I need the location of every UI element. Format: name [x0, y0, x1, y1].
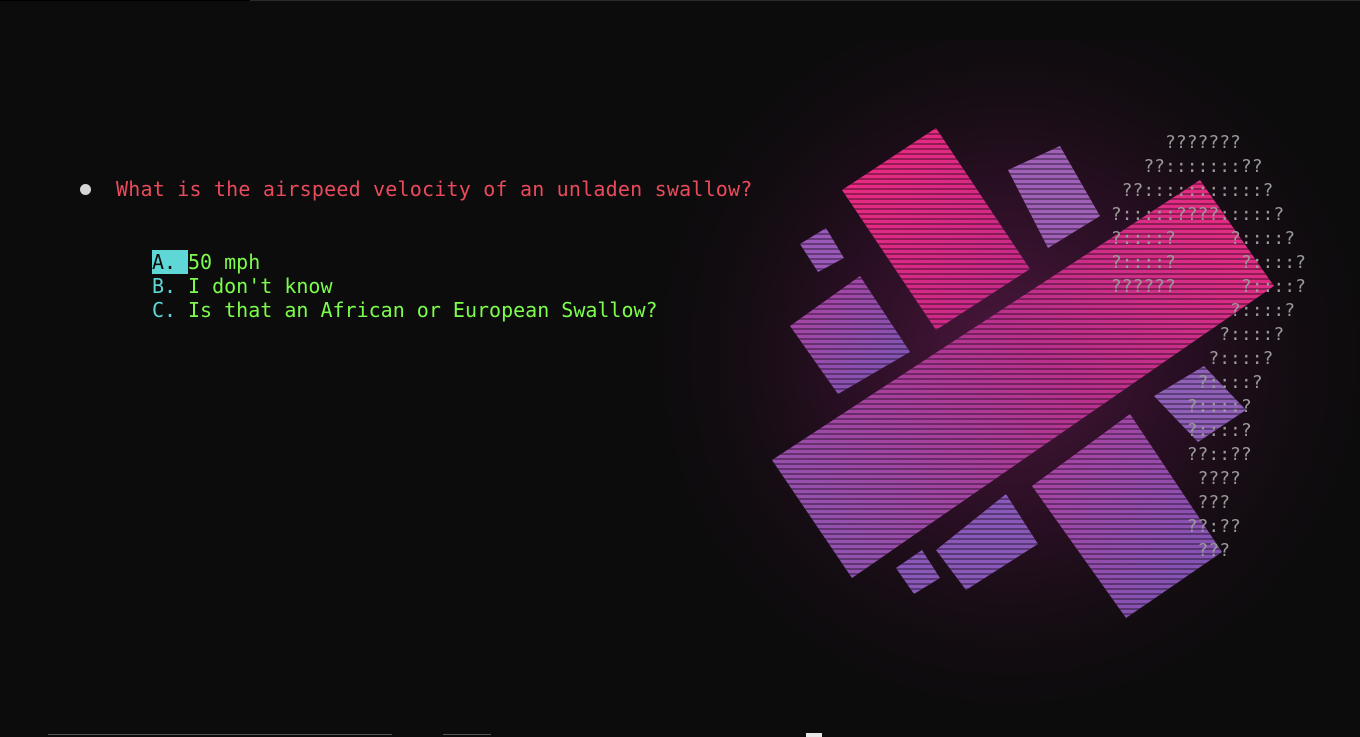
ascii-line: ???????: [1100, 132, 1241, 153]
ascii-question-mark: ??????? ??:::::::?? ??:::::::::::? ?::::…: [1100, 131, 1306, 563]
scrollbar-segment[interactable]: [443, 734, 491, 735]
ascii-line: ?::::?: [1100, 396, 1252, 417]
answer-option-b[interactable]: B. I don't know: [152, 274, 658, 298]
ascii-line: ?::::?: [1100, 372, 1263, 393]
ascii-line: ?::::?: [1100, 420, 1252, 441]
answer-text-b: I don't know: [188, 274, 333, 298]
answer-option-a[interactable]: A. 50 mph: [152, 250, 658, 274]
ascii-line: ?::::? ?::::?: [1100, 252, 1306, 273]
answer-key-b: B.: [152, 274, 177, 298]
question-text: What is the airspeed velocity of an unla…: [116, 177, 753, 201]
answer-text-c: Is that an African or European Swallow?: [188, 298, 658, 322]
ascii-line: ?::::?: [1100, 324, 1285, 345]
ascii-line: ???: [1100, 492, 1231, 513]
question-row: What is the airspeed velocity of an unla…: [80, 176, 753, 202]
ascii-line: ??::??: [1100, 444, 1252, 465]
ascii-line: ?:::::????:::::?: [1100, 204, 1285, 225]
scrollbar-segment[interactable]: [48, 734, 392, 735]
ascii-line: ?????? ?::::?: [1100, 276, 1306, 297]
ascii-line: ??:::::::::::?: [1100, 180, 1274, 201]
ascii-line: ??:::::::??: [1100, 156, 1263, 177]
ascii-line: ???: [1100, 540, 1231, 561]
ascii-line: ????: [1100, 468, 1241, 489]
ascii-line: ?::::?: [1100, 348, 1274, 369]
ascii-line: ?::::? ?::::?: [1100, 228, 1296, 249]
answer-text-a: 50 mph: [188, 250, 261, 274]
ascii-line: ?::::?: [1100, 300, 1296, 321]
tab-marker: [0, 0, 250, 1]
answer-list: A. 50 mph B. I don't know C. Is that an Afr…: [152, 250, 658, 322]
answer-key-a: A.: [152, 250, 188, 274]
answer-option-c[interactable]: C. Is that an African or European Swallow…: [152, 298, 658, 322]
bullet-dot-icon: [80, 184, 91, 195]
ascii-line: ??:??: [1100, 516, 1241, 537]
cursor-block: [806, 733, 822, 737]
answer-key-c: C.: [152, 298, 177, 322]
